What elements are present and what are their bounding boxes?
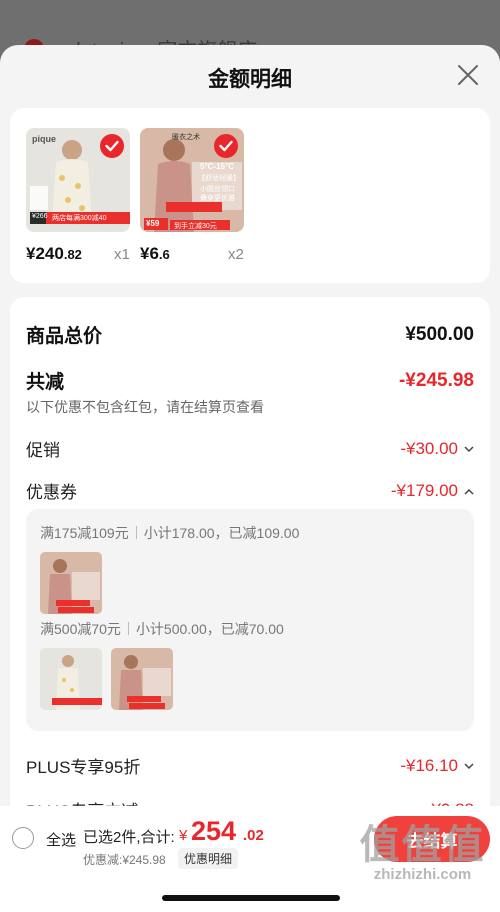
check-icon[interactable]: [214, 134, 238, 158]
coupon-detail-box: 满175减109元 小计178.00，已减109.00 满500减70元 小计500…: [26, 509, 474, 731]
close-icon[interactable]: [454, 61, 482, 89]
watermark-url: zhizhizhi.com: [373, 866, 472, 883]
product-price-tag: ¥59: [146, 219, 160, 228]
product-banner-text: 到手立减30元: [174, 223, 217, 230]
coupon-subtotal: 小计178.00，已减109.00: [143, 525, 300, 541]
divider: [135, 526, 137, 539]
coupon-product-thumb[interactable]: [40, 648, 102, 710]
product-price-dec: .6: [158, 247, 170, 262]
coupon-product-thumb[interactable]: [111, 648, 173, 710]
chevron-down-icon[interactable]: [464, 442, 474, 456]
coupon-rule: 满500减70元: [40, 621, 121, 637]
product-tag-text: ¥266: [32, 213, 48, 220]
discount-note: 以下优惠不包含红包，请在结算页查看: [26, 399, 264, 415]
product-banner-text: 两店每满300减40: [52, 215, 107, 222]
coupon-value: -¥179.00: [390, 480, 458, 500]
plus95-row[interactable]: PLUS专享95折 -¥16.10: [26, 753, 474, 778]
promo-label: 促销: [26, 441, 60, 460]
coupon-rule: 满175减109元: [40, 525, 129, 541]
total-price-row: 商品总价 ¥500.00: [26, 321, 474, 348]
product-price: ¥6.6: [140, 244, 170, 264]
select-all-label[interactable]: 全选: [46, 829, 76, 850]
coupon-line: 满500减70元 小计500.00，已减70.00: [40, 619, 284, 639]
product-price-int: ¥6: [140, 244, 159, 263]
total-price-value: ¥500.00: [405, 323, 474, 345]
product-brand-text: pique: [32, 134, 56, 144]
total-amount-int: 254: [191, 816, 237, 846]
coupon-subtotal: 小计500.00，已减70.00: [135, 621, 284, 637]
product-image[interactable]: 暖衣之术 5°C-15°C 【舒适轻暖】 小圆丝领口 叠穿更优雅 ¥59 到手立…: [140, 128, 244, 232]
coupon-product-thumb[interactable]: [40, 552, 102, 614]
total-reduce-row: 共减 -¥245.98: [26, 367, 474, 394]
product-note-text: 叠穿更优雅: [200, 195, 235, 202]
product-price-dec: .82: [63, 247, 82, 262]
product-brand-text: 暖衣之术: [172, 134, 200, 141]
total-price-label: 商品总价: [26, 326, 103, 347]
total-reduce-value: -¥245.98: [398, 369, 474, 391]
product-price: ¥240.82: [26, 244, 82, 264]
promo-row[interactable]: 促销 -¥30.00: [26, 436, 474, 461]
total-currency: ¥: [179, 827, 188, 844]
watermark: 值值值 zhizhizhi.com: [350, 823, 495, 883]
selected-products-card: pique ¥266 两店每满300减40 ¥240.82 x1 暖衣之术 5°…: [10, 108, 490, 283]
coupon-line: 满175减109元 小计178.00，已减109.00: [40, 523, 299, 543]
selected-count-label: 已选2件,合计:: [83, 829, 175, 846]
chevron-up-icon[interactable]: [464, 484, 474, 498]
plus95-value: -¥16.10: [400, 755, 458, 775]
product-temp-text: 5°C-15°C: [200, 162, 234, 171]
product-item[interactable]: pique ¥266 两店每满300减40 ¥240.82 x1: [26, 128, 130, 263]
amount-detail-sheet: 金额明细 pique ¥266 两店每满300减40 ¥240.82 x1 暖衣…: [0, 45, 500, 912]
chevron-down-icon[interactable]: [464, 759, 474, 773]
coupon-row[interactable]: 优惠券 -¥179.00: [26, 478, 474, 503]
discount-summary: 优惠减:¥245.98: [83, 853, 166, 867]
product-image[interactable]: pique ¥266 两店每满300减40: [26, 128, 130, 232]
product-qty: x2: [228, 246, 244, 263]
sheet-title: 金额明细: [208, 68, 292, 91]
product-price-int: ¥240: [26, 244, 64, 263]
divider: [127, 622, 129, 635]
price-detail-card: 商品总价 ¥500.00 共减 -¥245.98 以下优惠不包含红包，请在结算页…: [10, 297, 490, 817]
total-reduce-label: 共减: [26, 372, 65, 393]
discount-detail-button[interactable]: 优惠明细: [178, 848, 239, 869]
home-indicator: [162, 895, 340, 901]
check-icon[interactable]: [100, 134, 124, 158]
product-note-text: 【舒适轻暖】: [198, 175, 240, 182]
coupon-label: 优惠券: [26, 483, 77, 502]
plus95-value-group[interactable]: -¥16.10: [400, 756, 474, 776]
total-amount-dec: .02: [243, 827, 264, 844]
promo-value: -¥30.00: [400, 438, 458, 458]
product-item[interactable]: 暖衣之术 5°C-15°C 【舒适轻暖】 小圆丝领口 叠穿更优雅 ¥59 到手立…: [140, 128, 244, 263]
plus95-label: PLUS专享95折: [26, 758, 141, 777]
coupon-value-group[interactable]: -¥179.00: [391, 481, 474, 501]
promo-value-group[interactable]: -¥30.00: [400, 439, 474, 459]
product-qty: x1: [114, 246, 130, 263]
radio-icon[interactable]: [12, 827, 34, 849]
watermark-main: 值值值: [359, 823, 486, 867]
